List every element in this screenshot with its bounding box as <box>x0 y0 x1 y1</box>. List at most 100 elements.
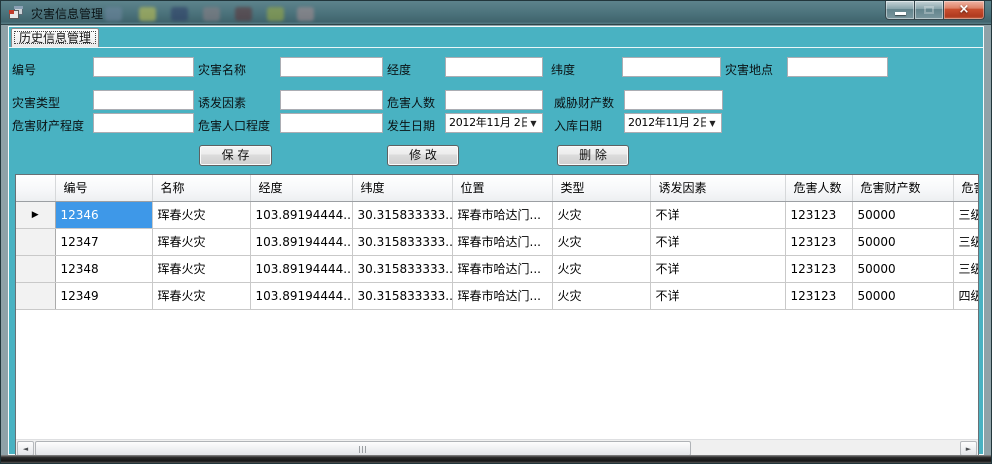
column-header[interactable]: 危害财产数 <box>852 175 953 201</box>
cell-name[interactable]: 珲春火灾 <box>152 228 250 255</box>
desktop-ghost-icons <box>101 5 321 23</box>
app-window: 灾害信息管理 × 历史信息管理 编号 <box>0 0 992 464</box>
cell-location[interactable]: 珲春市哈达门... <box>452 201 552 228</box>
modify-button[interactable]: 修 改 <box>387 145 459 166</box>
cell-name[interactable]: 珲春火灾 <box>152 201 250 228</box>
column-header[interactable] <box>16 175 55 201</box>
cell-number[interactable]: 12349 <box>55 282 152 309</box>
longitude-input[interactable] <box>445 57 543 77</box>
disaster-location-input[interactable] <box>787 57 888 77</box>
window-title: 灾害信息管理 <box>31 5 103 22</box>
column-header[interactable]: 经度 <box>250 175 352 201</box>
cell-latitude[interactable]: 30.315833333... <box>352 255 452 282</box>
cell-harmed-people[interactable]: 123123 <box>785 255 852 282</box>
cell-trigger[interactable]: 不详 <box>650 282 785 309</box>
cell-trigger[interactable]: 不详 <box>650 201 785 228</box>
entry-date-value: 2012年11月 2日 <box>628 116 710 129</box>
cell-property[interactable]: 50000 <box>852 255 953 282</box>
latitude-input[interactable] <box>622 57 721 77</box>
scroll-left-icon[interactable]: ◄ <box>17 441 34 456</box>
cell-harmed-people[interactable]: 123123 <box>785 201 852 228</box>
table-row[interactable]: 12349 珲春火灾 103.89194444... 30.315833333.… <box>16 282 978 309</box>
close-icon: × <box>944 2 984 17</box>
cell-location[interactable]: 珲春市哈达门... <box>452 282 552 309</box>
scrollbar-thumb[interactable] <box>35 441 691 456</box>
column-header[interactable]: 位置 <box>452 175 552 201</box>
cell-number[interactable]: 12347 <box>55 228 152 255</box>
cell-number[interactable]: 12348 <box>55 255 152 282</box>
table-row[interactable]: 12348 珲春火灾 103.89194444... 30.315833333.… <box>16 255 978 282</box>
column-header[interactable]: 诱发因素 <box>650 175 785 201</box>
cell-trigger[interactable]: 不详 <box>650 228 785 255</box>
disaster-name-input[interactable] <box>280 57 383 77</box>
maximize-icon <box>924 6 934 14</box>
cell-degree[interactable]: 三级 <box>953 255 978 282</box>
disaster-type-input[interactable] <box>93 90 194 110</box>
column-header[interactable]: 类型 <box>552 175 650 201</box>
maximize-button[interactable] <box>915 1 943 20</box>
delete-button[interactable]: 删 除 <box>557 145 629 166</box>
cell-harmed-people[interactable]: 123123 <box>785 228 852 255</box>
cell-longitude[interactable]: 103.89194444... <box>250 201 352 228</box>
cell-type[interactable]: 火灾 <box>552 201 650 228</box>
ghost-icon <box>297 7 314 21</box>
column-header[interactable]: 编号 <box>55 175 152 201</box>
cell-number[interactable]: 12346 <box>55 201 152 228</box>
cell-property[interactable]: 50000 <box>852 228 953 255</box>
column-header[interactable]: 名称 <box>152 175 250 201</box>
trigger-factor-input[interactable] <box>280 90 383 110</box>
horizontal-scrollbar[interactable]: ◄ ► <box>16 439 978 456</box>
minimize-icon <box>895 12 906 15</box>
column-header[interactable]: 危害程度 <box>953 175 978 201</box>
cell-trigger[interactable]: 不详 <box>650 255 785 282</box>
minimize-button[interactable] <box>885 1 915 20</box>
close-button[interactable]: × <box>943 1 985 20</box>
column-header[interactable]: 危害人数 <box>785 175 852 201</box>
cell-name[interactable]: 珲春火灾 <box>152 282 250 309</box>
chevron-down-icon[interactable]: ▼ <box>706 114 719 132</box>
table-viewport: 编号名称经度纬度位置类型诱发因素危害人数危害财产数危害程度 ▶ 12346 珲春… <box>16 175 978 438</box>
cell-property[interactable]: 50000 <box>852 282 953 309</box>
harmed-people-input[interactable] <box>445 90 543 110</box>
cell-latitude[interactable]: 30.315833333... <box>352 201 452 228</box>
column-header[interactable]: 纬度 <box>352 175 452 201</box>
row-selector-cell[interactable] <box>16 282 55 309</box>
scroll-right-icon[interactable]: ► <box>960 441 977 456</box>
label-number: 编号 <box>12 61 36 78</box>
cell-degree[interactable]: 四级 <box>953 282 978 309</box>
number-input[interactable] <box>93 57 194 77</box>
label-harmed-people: 危害人数 <box>387 94 435 111</box>
cell-type[interactable]: 火灾 <box>552 255 650 282</box>
row-selector-cell[interactable]: ▶ <box>16 201 55 228</box>
cell-longitude[interactable]: 103.89194444... <box>250 228 352 255</box>
cell-harmed-people[interactable]: 123123 <box>785 282 852 309</box>
threatened-property-input[interactable] <box>624 90 723 110</box>
cell-degree[interactable]: 三级 <box>953 228 978 255</box>
table-row[interactable]: 12347 珲春火灾 103.89194444... 30.315833333.… <box>16 228 978 255</box>
table-row[interactable]: ▶ 12346 珲春火灾 103.89194444... 30.31583333… <box>16 201 978 228</box>
tab-history-info[interactable]: 历史信息管理 <box>11 28 99 47</box>
disaster-table: 编号名称经度纬度位置类型诱发因素危害人数危害财产数危害程度 ▶ 12346 珲春… <box>15 174 979 457</box>
label-entry-date: 入库日期 <box>554 117 602 134</box>
property-damage-degree-input[interactable] <box>93 113 194 133</box>
cell-latitude[interactable]: 30.315833333... <box>352 282 452 309</box>
row-selector-cell[interactable] <box>16 228 55 255</box>
entry-date-picker[interactable]: 2012年11月 2日 ▼ <box>624 113 722 133</box>
ghost-icon <box>139 7 156 21</box>
occurrence-date-picker[interactable]: 2012年11月 2日 ▼ <box>445 113 543 133</box>
save-button[interactable]: 保 存 <box>199 145 272 166</box>
cell-type[interactable]: 火灾 <box>552 282 650 309</box>
cell-location[interactable]: 珲春市哈达门... <box>452 228 552 255</box>
ghost-icon <box>171 7 188 21</box>
cell-type[interactable]: 火灾 <box>552 228 650 255</box>
cell-longitude[interactable]: 103.89194444... <box>250 255 352 282</box>
cell-location[interactable]: 珲春市哈达门... <box>452 255 552 282</box>
cell-longitude[interactable]: 103.89194444... <box>250 282 352 309</box>
cell-name[interactable]: 珲春火灾 <box>152 255 250 282</box>
population-harm-degree-input[interactable] <box>280 113 383 133</box>
chevron-down-icon[interactable]: ▼ <box>527 114 540 132</box>
row-selector-cell[interactable] <box>16 255 55 282</box>
cell-property[interactable]: 50000 <box>852 201 953 228</box>
cell-degree[interactable]: 三级 <box>953 201 978 228</box>
cell-latitude[interactable]: 30.315833333... <box>352 228 452 255</box>
